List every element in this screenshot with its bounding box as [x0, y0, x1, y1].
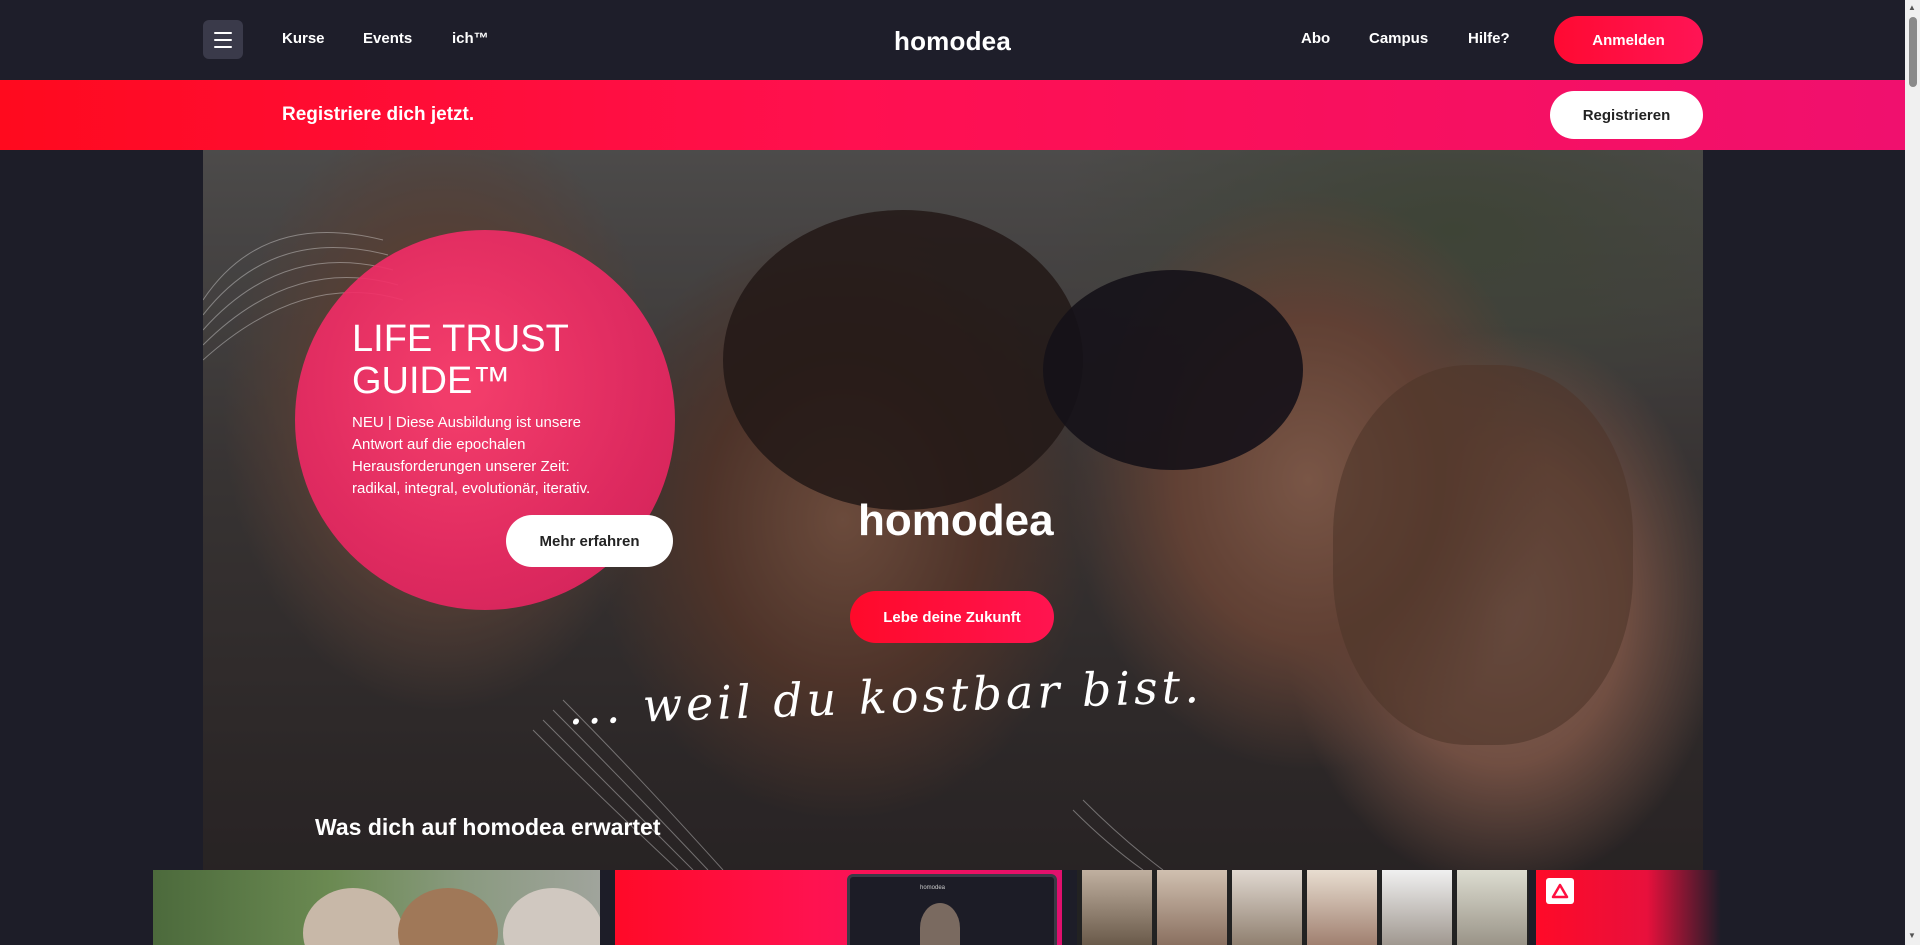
feature-card-app[interactable] — [1536, 870, 1721, 945]
promo-title: LIFE TRUST GUIDE™ — [352, 318, 569, 402]
register-prompt: Registriere dich jetzt. — [282, 104, 475, 125]
register-banner: Registriere dich jetzt. Registrieren — [0, 80, 1905, 150]
top-navigation-bar: Kurse Events ich™ homodea Abo Campus Hil… — [0, 0, 1905, 80]
homodea-triangle-icon — [1546, 878, 1574, 904]
nav-link-hilfe[interactable]: Hilfe? — [1468, 30, 1510, 47]
card-photo-person — [503, 888, 600, 945]
feature-card-community[interactable] — [153, 870, 600, 945]
laptop-image: homodea — [847, 874, 1057, 945]
scroll-down-arrow-icon[interactable]: ▼ — [1908, 931, 1916, 940]
scrollbar-thumb[interactable] — [1909, 17, 1917, 87]
teacher-portrait — [1157, 870, 1227, 945]
card-photo-person — [303, 888, 403, 945]
login-button[interactable]: Anmelden — [1554, 16, 1703, 64]
section-title: Was dich auf homodea erwartet — [315, 814, 661, 840]
teacher-portrait — [1382, 870, 1452, 945]
nav-link-abo[interactable]: Abo — [1301, 30, 1330, 47]
scroll-up-arrow-icon[interactable]: ▲ — [1908, 3, 1916, 12]
card-photo-person — [398, 888, 498, 945]
page-scrollbar[interactable]: ▲ ▼ — [1905, 0, 1920, 945]
teacher-portrait — [1232, 870, 1302, 945]
teacher-portrait — [1082, 870, 1152, 945]
learn-more-button[interactable]: Mehr erfahren — [506, 515, 673, 567]
teacher-portrait — [1457, 870, 1527, 945]
promo-description: NEU | Diese Ausbildung ist unsere Antwor… — [352, 414, 591, 497]
register-button[interactable]: Registrieren — [1550, 91, 1703, 139]
feature-card-teachers[interactable] — [1077, 870, 1529, 945]
cta-button[interactable]: Lebe deine Zukunft — [850, 591, 1054, 643]
laptop-screen-person — [920, 903, 960, 945]
hero-brand-title: homodea — [858, 496, 1054, 545]
teacher-portrait — [1307, 870, 1377, 945]
laptop-screen-brand: homodea — [920, 885, 946, 891]
feature-card-online-courses[interactable]: homodea — [615, 870, 1062, 945]
nav-link-campus[interactable]: Campus — [1369, 30, 1428, 47]
hero-section: LIFE TRUST GUIDE™ NEU | Diese Ausbildung… — [203, 150, 1703, 870]
